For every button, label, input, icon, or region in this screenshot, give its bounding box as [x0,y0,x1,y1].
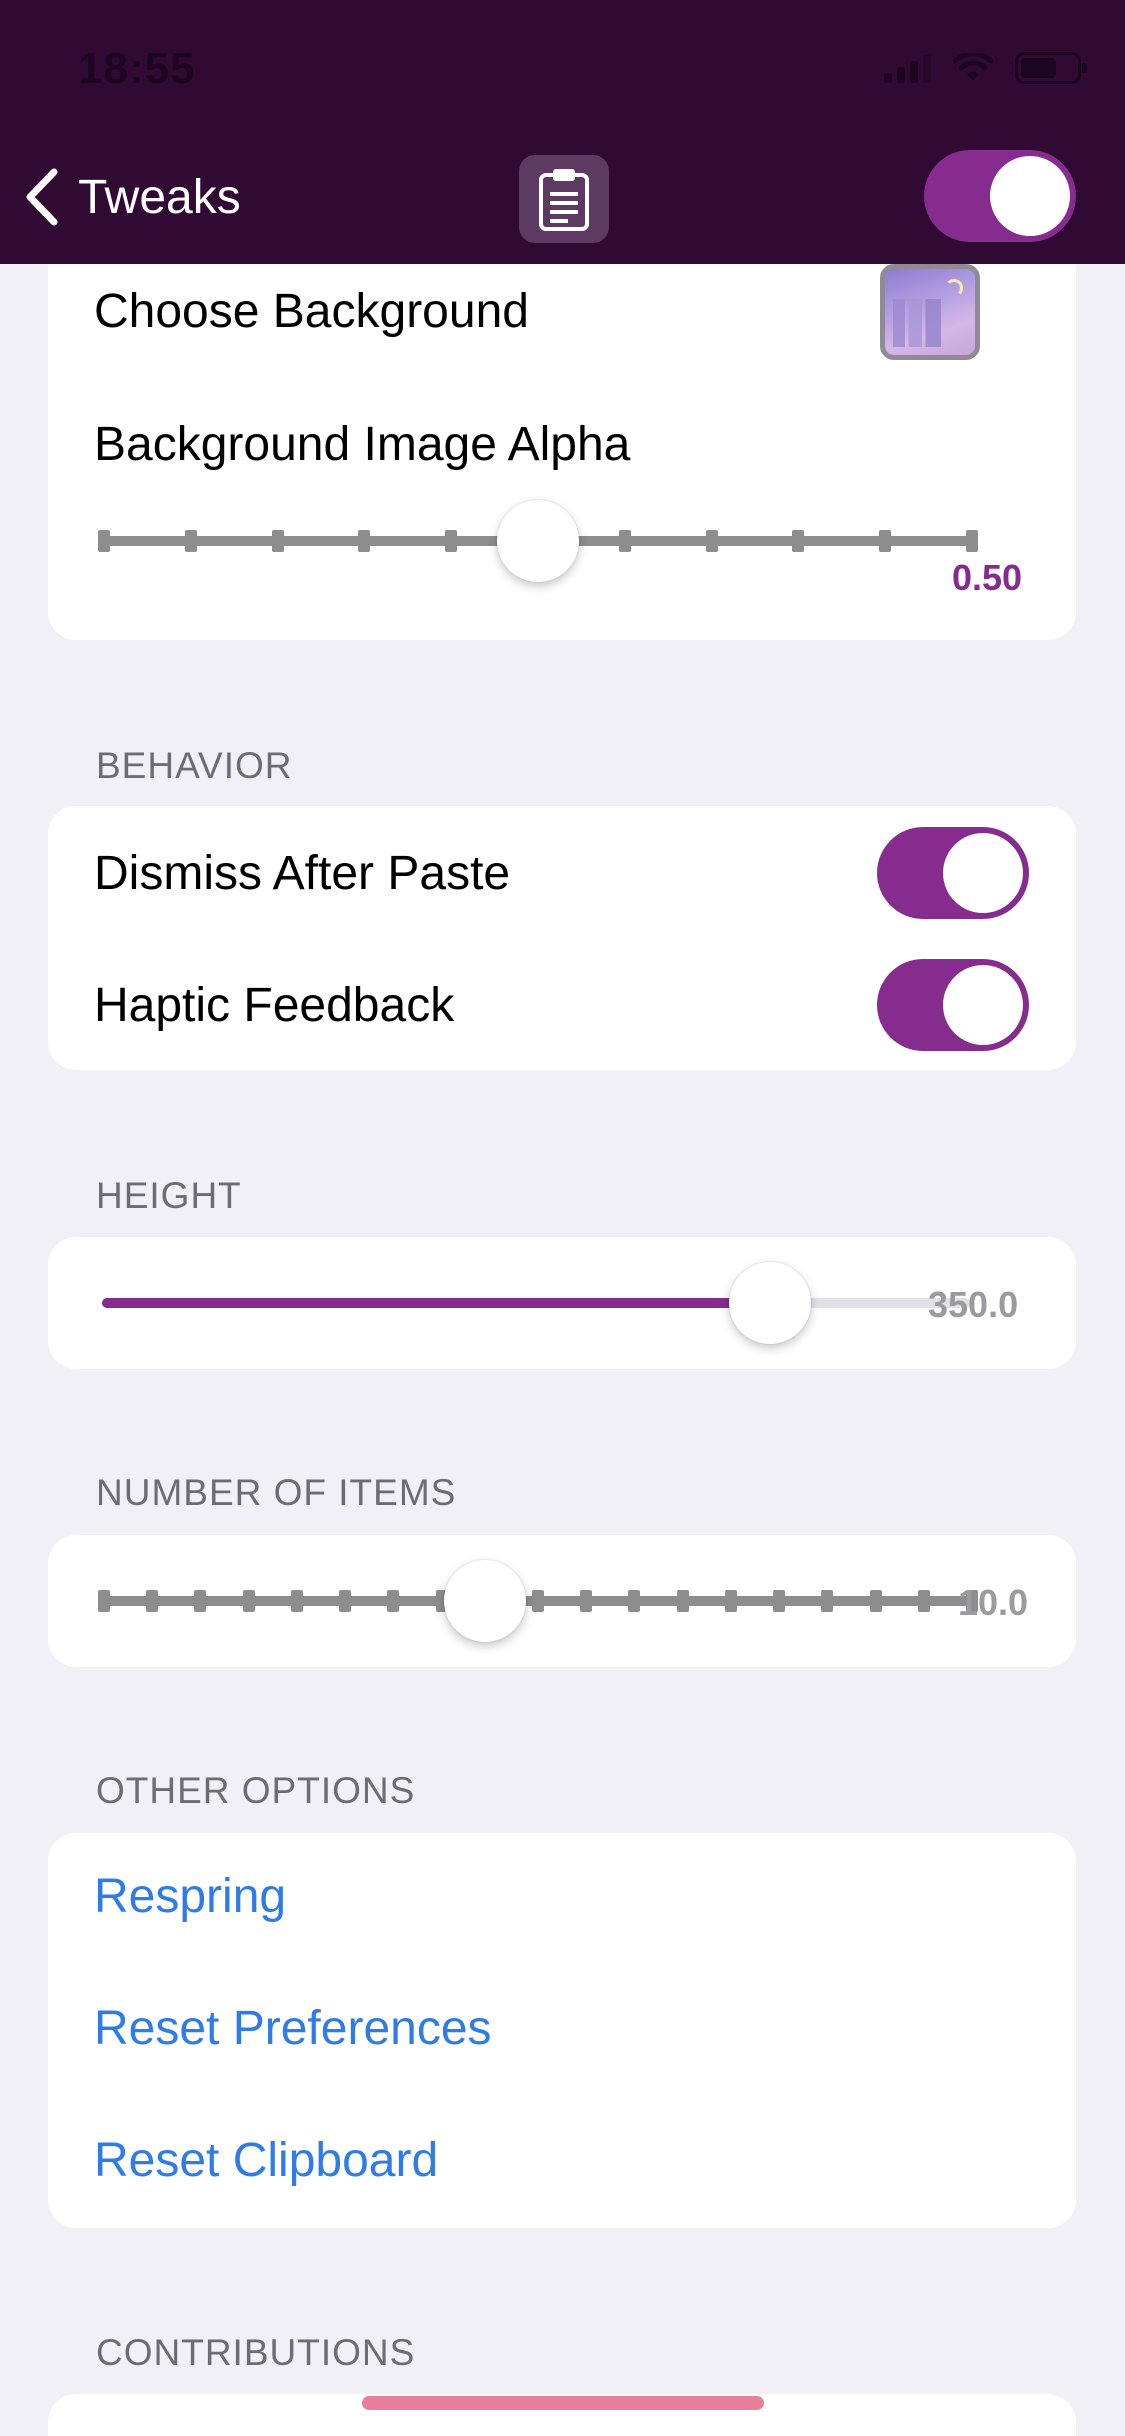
haptic-feedback-label: Haptic Feedback [94,979,455,1032]
items-slider[interactable] [48,1535,1076,1667]
behavior-section-header: BEHAVIOR [96,745,293,786]
background-alpha-label: Background Image Alpha [94,418,631,471]
alpha-slider-tick [358,530,371,552]
background-thumbnail[interactable] [880,264,980,360]
behavior-group: Dismiss After Paste Haptic Feedback [48,806,1076,1070]
reset-clipboard-button[interactable]: Reset Clipboard [94,2133,438,2188]
alpha-slider-tick [966,530,978,552]
wifi-icon [953,53,993,81]
reset-preferences-button[interactable]: Reset Preferences [94,2001,492,2056]
items-slider-knob[interactable] [444,1560,527,1642]
choose-background-label[interactable]: Choose Background [94,284,529,339]
clipboard-button[interactable] [519,155,609,243]
status-time: 18:55 [78,44,196,93]
alpha-slider-tick [98,530,110,552]
dismiss-after-paste-label: Dismiss After Paste [94,847,511,900]
back-label: Tweaks [78,170,241,224]
height-section-header: HEIGHT [96,1175,242,1216]
home-indicator [362,2396,764,2410]
alpha-slider-tick [184,530,197,552]
cellular-signal-icon [884,53,931,83]
alpha-slider-tick [705,530,718,552]
haptic-feedback-toggle[interactable] [877,959,1029,1051]
alpha-value: 0.50 [952,557,1023,598]
other-options-group: Respring Reset Preferences Reset Clipboa… [48,1833,1076,2228]
status-icons [884,52,1087,84]
items-slider-tick [146,1590,159,1612]
height-group: 350.0 [48,1237,1076,1369]
items-slider-tick [290,1590,303,1612]
items-slider-tick [580,1590,593,1612]
alpha-slider-tick [445,530,458,552]
enable-toggle[interactable] [924,150,1076,242]
items-slider-tick [98,1590,110,1612]
items-section-header: NUMBER OF ITEMS [96,1472,457,1513]
items-slider-tick [194,1590,207,1612]
other-options-section-header: OTHER OPTIONS [96,1770,416,1811]
alpha-slider-tick [792,530,805,552]
items-slider-tick [821,1590,834,1612]
alpha-slider-tick [879,530,892,552]
items-slider-tick [869,1590,882,1612]
toggle-knob [990,156,1070,236]
items-slider-tick [339,1590,352,1612]
chevron-left-icon [26,168,58,226]
items-value: 10.0 [958,1582,1029,1623]
height-value: 350.0 [928,1284,1019,1325]
items-slider-tick [387,1590,400,1612]
navigation-header: 18:55 Tweaks [0,0,1125,264]
back-button[interactable]: Tweaks [22,166,241,228]
dismiss-after-paste-toggle[interactable] [877,827,1029,919]
items-slider-tick [917,1590,930,1612]
alpha-slider-tick [271,530,284,552]
height-slider-knob[interactable] [729,1262,812,1344]
items-group: 10.0 [48,1535,1076,1667]
respring-button[interactable]: Respring [94,1869,286,1924]
alpha-slider[interactable] [48,500,1076,582]
items-slider-tick [242,1590,255,1612]
height-slider[interactable] [48,1237,1076,1369]
battery-icon [1015,52,1087,84]
height-slider-fill [102,1298,771,1308]
clipboard-icon [539,169,589,231]
items-slider-tick [773,1590,786,1612]
items-slider-tick [628,1590,641,1612]
items-slider-tick [724,1590,737,1612]
items-slider-tick [676,1590,689,1612]
alpha-slider-knob[interactable] [497,500,579,582]
contributions-section-header: CONTRIBUTIONS [96,2332,416,2373]
alpha-slider-tick [618,530,631,552]
items-slider-tick [532,1590,544,1612]
